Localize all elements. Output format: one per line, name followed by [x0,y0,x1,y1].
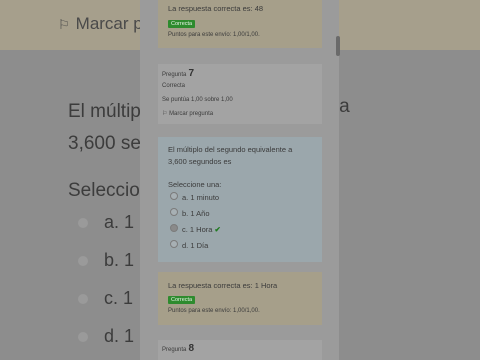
bg-option: c. 1 [104,288,134,308]
question-score: Se puntúa 1,00 sobre 1,00 [162,97,233,103]
correct-answer-text: La respuesta correcta es: 48 [168,4,264,13]
option-b-label[interactable]: b. 1 Año [182,209,210,218]
question-number: Pregunta 8 [162,343,195,354]
bg-radio [78,294,88,304]
checkmark-icon: ✔ [214,225,221,234]
status-badge: Correcta [168,296,196,304]
points-text: Puntos para este envío: 1,00/1,00. [168,32,260,38]
radio-option-c[interactable] [170,224,178,232]
question-status: Correcta [162,83,186,89]
correct-answer-text: La respuesta correcta es: 1 Hora [168,281,278,290]
select-label: Seleccione una: [168,180,222,189]
bg-select-label: Seleccio [68,180,140,201]
bg-radio [78,256,88,266]
question-info-card: Pregunta 8 [158,340,322,360]
flag-question-link[interactable]: ⚐ Marcar pregunta [162,110,213,117]
points-text: Puntos para este envío: 1,00/1,00. [168,308,260,314]
flag-icon: ⚐ [58,17,70,32]
option-d-label[interactable]: d. 1 Día [182,241,208,250]
option-a-label[interactable]: a. 1 minuto [182,193,219,202]
scrollbar-thumb[interactable] [336,36,340,56]
quiz-column[interactable]: La respuesta correcta es: 48 Correcta Pu… [140,0,339,360]
bg-radio [78,332,88,342]
bg-option: b. 1 [104,250,135,270]
radio-option-d[interactable] [170,240,178,248]
answer-feedback-card: La respuesta correcta es: 1 Hora Correct… [158,272,322,325]
question-info-card: Pregunta 7 Correcta Se puntúa 1,00 sobre… [158,64,322,124]
status-badge: Correcta [168,20,196,28]
bg-radio [78,218,88,228]
flag-icon: ⚐ [162,111,168,117]
prev-feedback-card: La respuesta correcta es: 48 Correcta Pu… [158,0,322,48]
question-text-line2: 3,600 segundos es [168,157,232,166]
option-c-label[interactable]: c. 1 Hora ✔ [182,225,221,234]
question-text-line1: El múltiplo del segundo equivalente a [168,145,293,154]
question-body-card: El múltiplo del segundo equivalente a 3,… [158,137,322,262]
radio-option-b[interactable] [170,208,178,216]
bg-option: d. 1 [104,326,135,346]
question-number: Pregunta 7 [162,68,195,79]
bg-option: a. 1 [104,212,135,232]
radio-option-a[interactable] [170,192,178,200]
